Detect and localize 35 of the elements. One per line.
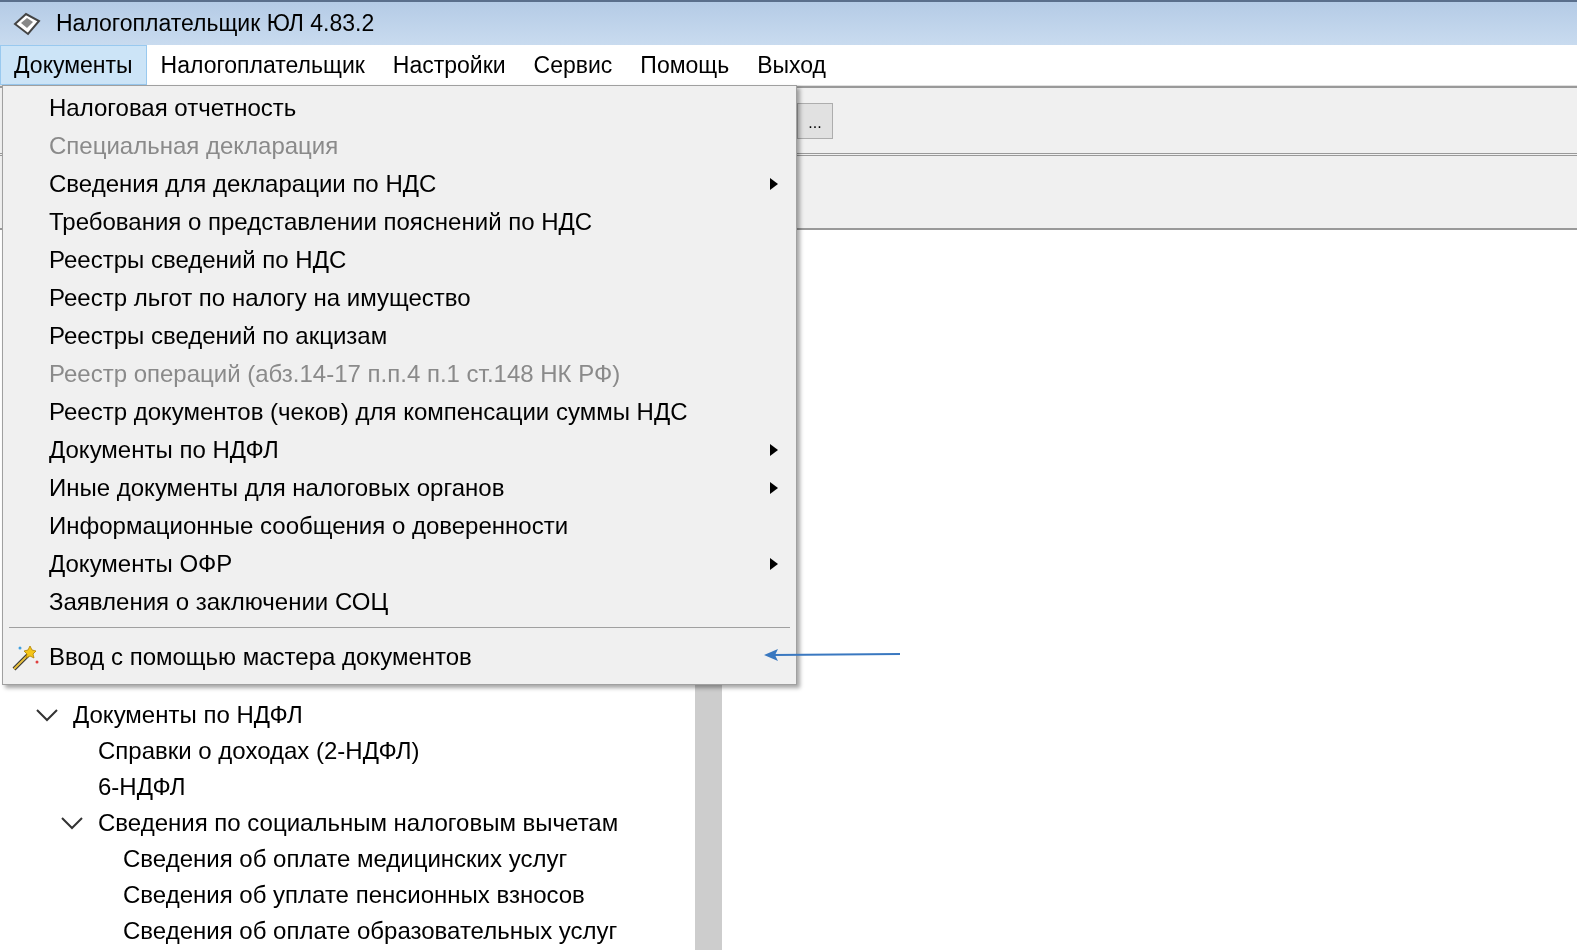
menu-item[interactable]: Реестр документов (чеков) для компенсации суммы НДС [3,393,796,431]
browse-button[interactable]: ... [797,102,833,139]
chevron-down-icon[interactable] [35,707,59,723]
app-logo-icon [12,10,42,37]
menu-item[interactable]: Требования о представлении пояснений по НДС [3,203,796,241]
submenu-arrow-icon [769,177,779,191]
menu-item[interactable]: Реестры сведений по акцизам [3,317,796,355]
menu-bar-item[interactable]: Выход [743,45,841,85]
tree-item[interactable]: Сведения об оплате медицинских услуг [123,845,568,873]
tree-item[interactable]: Сведения об уплате пенсионных взносов [123,881,585,909]
tree-item[interactable]: Документы по НДФЛ [73,701,303,729]
menu-item[interactable]: Документы ОФР [3,545,796,583]
submenu-arrow-icon [769,443,779,457]
menu-item[interactable]: Сведения для декларации по НДС [3,165,796,203]
menu-item[interactable]: Реестр льгот по налогу на имущество [3,279,796,317]
menu-item[interactable]: Информационные сообщения о доверенности [3,507,796,545]
tree-item[interactable]: 6-НДФЛ [98,773,186,801]
submenu-arrow-icon [769,481,779,495]
menu-bar-item[interactable]: Настройки [378,45,520,85]
submenu-arrow-icon [769,557,779,571]
menu-item[interactable]: Документы по НДФЛ [3,431,796,469]
tree-item[interactable]: Сведения об оплате образовательных услуг [123,917,618,945]
tree-item[interactable]: Сведения по социальным налоговым вычетам [98,809,619,837]
menu-bar-item[interactable]: Помощь [626,45,744,85]
menu-item[interactable]: Налоговая отчетность [3,89,796,127]
chevron-down-icon[interactable] [60,815,84,831]
menu-item[interactable]: Заявления о заключении СОЦ [3,583,796,621]
menu-item[interactable]: Реестры сведений по НДС [3,241,796,279]
menu-item[interactable]: Ввод с помощью мастера документов [3,638,796,676]
window-title: Налогоплательщик ЮЛ 4.83.2 [56,10,375,37]
menu-bar-item[interactable]: Сервис [519,45,627,85]
menu-item[interactable]: Иные документы для налоговых органов [3,469,796,507]
tree-item[interactable]: Справки о доходах (2-НДФЛ) [98,737,420,765]
menu-bar-item[interactable]: Документы [0,45,147,85]
menu-bar-item[interactable]: Налогоплательщик [146,45,379,85]
